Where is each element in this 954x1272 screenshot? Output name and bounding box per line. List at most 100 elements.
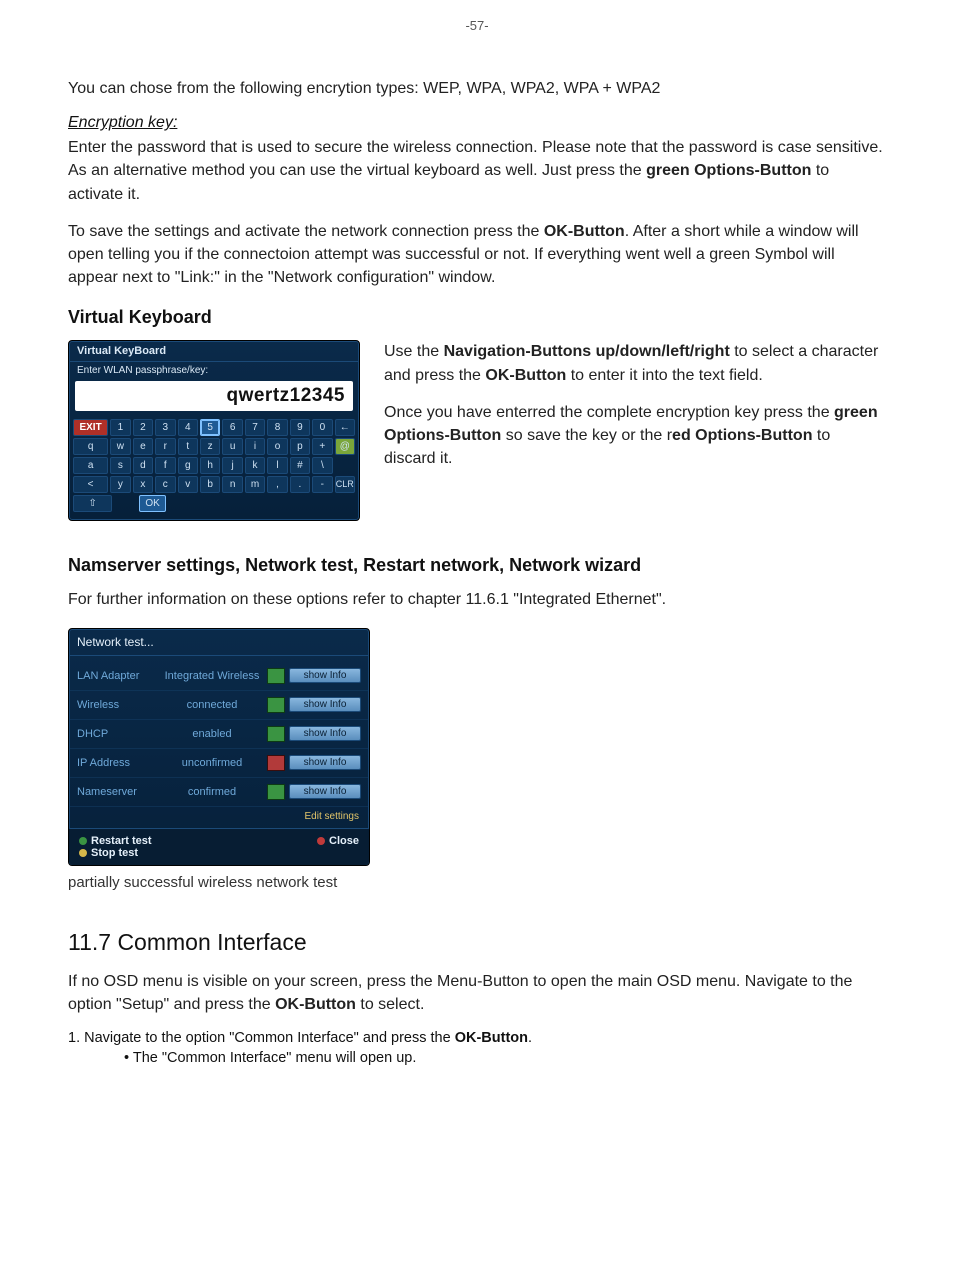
key-1[interactable]: 1 (110, 419, 130, 436)
key-b[interactable]: b (200, 476, 220, 493)
key-backslash[interactable]: \ (312, 457, 332, 474)
key-7[interactable]: 7 (245, 419, 265, 436)
key-period[interactable]: . (290, 476, 310, 493)
check-icon (267, 668, 285, 684)
key-r[interactable]: r (155, 438, 175, 455)
key-h[interactable]: h (200, 457, 220, 474)
encryption-key-heading: Encryption key: (68, 114, 886, 132)
key-k[interactable]: k (245, 457, 265, 474)
key-m[interactable]: m (245, 476, 265, 493)
nettest-row-dhcp: DHCP enabled show Info (69, 720, 369, 749)
key-shift[interactable]: ⇧ (73, 495, 112, 512)
restart-test-button[interactable]: Restart test (79, 835, 152, 847)
key-p[interactable]: p (290, 438, 310, 455)
key-d[interactable]: d (133, 457, 153, 474)
key-n[interactable]: n (222, 476, 242, 493)
key-f[interactable]: f (155, 457, 175, 474)
nt-label: Nameserver (77, 786, 161, 798)
show-info-button[interactable]: show Info (289, 755, 361, 770)
nt-label: LAN Adapter (77, 670, 161, 682)
key-9[interactable]: 9 (290, 419, 310, 436)
ok-button-label: OK-Button (455, 1030, 528, 1046)
text: Stop test (91, 847, 138, 859)
encryption-key-paragraph: Enter the password that is used to secur… (68, 136, 886, 206)
nt-label: Wireless (77, 699, 161, 711)
key-8[interactable]: 8 (267, 419, 287, 436)
close-button[interactable]: Close (307, 829, 369, 865)
key-3[interactable]: 3 (155, 419, 175, 436)
stop-test-button[interactable]: Stop test (79, 847, 152, 859)
key-t[interactable]: t (178, 438, 198, 455)
check-icon (267, 697, 285, 713)
key-v[interactable]: v (178, 476, 198, 493)
show-info-button[interactable]: show Info (289, 697, 361, 712)
virtual-keyboard-figure: Virtual KeyBoard Enter WLAN passphrase/k… (68, 340, 360, 521)
key-exit[interactable]: EXIT (73, 419, 108, 436)
key-at[interactable]: @ (335, 438, 355, 455)
key-l[interactable]: l (267, 457, 287, 474)
key-c[interactable]: c (155, 476, 175, 493)
ok-button-label: OK-Button (485, 367, 566, 384)
key-g[interactable]: g (178, 457, 198, 474)
check-icon (267, 726, 285, 742)
vkb-input-field[interactable]: qwertz12345 (75, 381, 353, 411)
key-lt[interactable]: < (73, 476, 108, 493)
show-info-button[interactable]: show Info (289, 784, 361, 799)
nt-label: DHCP (77, 728, 161, 740)
text: so save the key or the r (501, 427, 672, 444)
key-q[interactable]: q (73, 438, 108, 455)
text: to enter it into the text field. (566, 367, 763, 384)
vkb-instruction-1: Use the Navigation-Buttons up/down/left/… (384, 340, 886, 386)
edit-settings-link[interactable]: Edit settings (69, 807, 369, 828)
key-w[interactable]: w (110, 438, 130, 455)
text: 1. Navigate to the option "Common Interf… (68, 1030, 455, 1046)
key-hash[interactable]: # (290, 457, 310, 474)
key-dash[interactable]: - (312, 476, 332, 493)
key-0[interactable]: 0 (312, 419, 332, 436)
key-4[interactable]: 4 (178, 419, 198, 436)
step-1: 1. Navigate to the option "Common Interf… (68, 1030, 886, 1046)
key-comma[interactable]: , (267, 476, 287, 493)
text: Once you have enterred the complete encr… (384, 404, 834, 421)
nettest-row-ip: IP Address unconfirmed show Info (69, 749, 369, 778)
key-e[interactable]: e (133, 438, 153, 455)
vkb-instruction-2: Once you have enterred the complete encr… (384, 401, 886, 471)
text: . (528, 1030, 532, 1046)
key-backspace[interactable]: ← (335, 419, 355, 436)
key-6[interactable]: 6 (222, 419, 242, 436)
key-a[interactable]: a (73, 457, 108, 474)
key-o[interactable]: o (267, 438, 287, 455)
key-u[interactable]: u (222, 438, 242, 455)
green-options-button-label: green Options-Button (646, 162, 811, 179)
key-x[interactable]: x (133, 476, 153, 493)
key-z[interactable]: z (200, 438, 220, 455)
nav-buttons-label: Navigation-Buttons up/down/left/right (444, 343, 730, 360)
nameserver-heading: Namserver settings, Network test, Restar… (68, 555, 886, 576)
text: To save the settings and activate the ne… (68, 223, 544, 240)
section-11-7-heading: 11.7 Common Interface (68, 929, 886, 956)
key-i[interactable]: i (245, 438, 265, 455)
key-2[interactable]: 2 (133, 419, 153, 436)
nt-value: confirmed (161, 786, 263, 798)
nettest-row-nameserver: Nameserver confirmed show Info (69, 778, 369, 807)
show-info-button[interactable]: show Info (289, 726, 361, 741)
nt-value: connected (161, 699, 263, 711)
show-info-button[interactable]: show Info (289, 668, 361, 683)
key-plus[interactable]: + (312, 438, 332, 455)
key-s[interactable]: s (110, 457, 130, 474)
key-ok[interactable]: OK (139, 495, 166, 512)
key-y[interactable]: y (110, 476, 130, 493)
check-icon (267, 784, 285, 800)
key-j[interactable]: j (222, 457, 242, 474)
network-test-title: Network test... (69, 629, 369, 656)
save-settings-paragraph: To save the settings and activate the ne… (68, 220, 886, 290)
nettest-row-wireless: Wireless connected show Info (69, 691, 369, 720)
ok-button-label: OK-Button (544, 223, 625, 240)
key-5[interactable]: 5 (200, 419, 220, 436)
nt-value: Integrated Wireless (161, 670, 263, 682)
nt-label: IP Address (77, 757, 161, 769)
yellow-dot-icon (79, 849, 87, 857)
green-dot-icon (79, 837, 87, 845)
page-number: -57- (0, 0, 954, 77)
key-clr[interactable]: CLR (335, 476, 355, 493)
